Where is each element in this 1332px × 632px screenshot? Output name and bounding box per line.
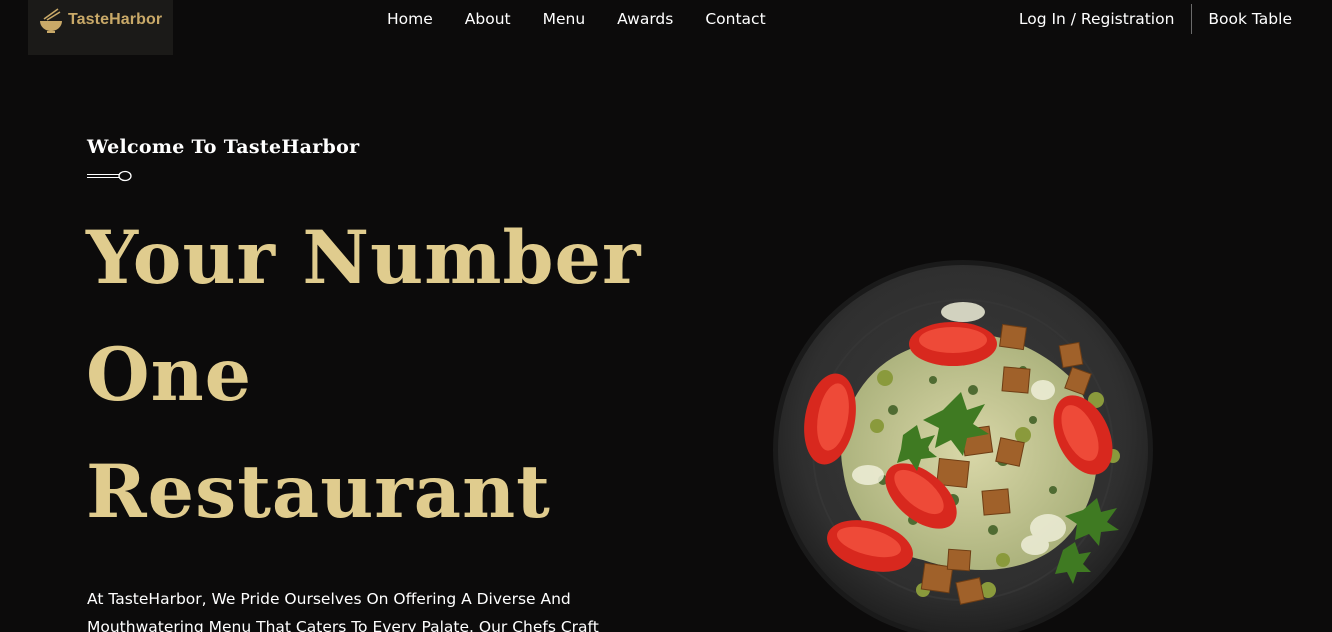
nav-home[interactable]: Home [371, 9, 449, 29]
book-table-button[interactable]: Book Table [1208, 10, 1292, 28]
nav-contact[interactable]: Contact [689, 9, 781, 29]
main-nav: Home About Menu Awards Contact [371, 9, 782, 29]
logo[interactable]: TasteHarbor [28, 0, 173, 55]
hero-headline: Your Number One Restaurant [86, 200, 686, 551]
headline-line-1: Your Number [86, 215, 642, 301]
spoon-divider-icon [87, 167, 133, 186]
page: TasteHarbor Home About Menu Awards Conta… [0, 0, 1332, 632]
nav-about[interactable]: About [449, 9, 527, 29]
account-nav: Log In / Registration Book Table [1019, 4, 1292, 34]
nav-menu[interactable]: Menu [527, 9, 602, 29]
headline-line-3: Restaurant [86, 449, 551, 535]
welcome-subtitle: Welcome To TasteHarbor [87, 136, 360, 158]
logo-text: TasteHarbor [68, 11, 163, 28]
bowl-with-chopsticks-icon [38, 8, 64, 34]
hero-description: At TasteHarbor, We Pride Ourselves On Of… [87, 590, 599, 632]
headline-line-2: One [86, 332, 253, 418]
nav-awards[interactable]: Awards [601, 9, 689, 29]
login-registration-link[interactable]: Log In / Registration [1019, 10, 1175, 28]
salad-plate-icon [773, 260, 1155, 632]
nav-divider [1191, 4, 1193, 34]
